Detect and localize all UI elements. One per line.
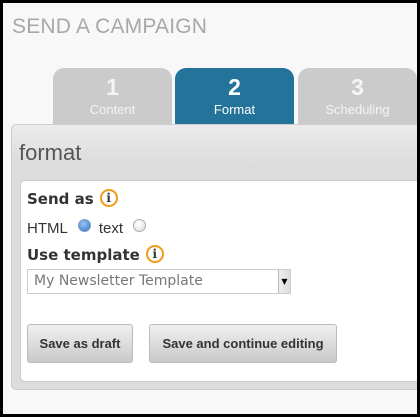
use-template-label: Use template i xyxy=(27,245,164,264)
info-icon[interactable]: i xyxy=(99,189,118,207)
html-option-label: HTML xyxy=(27,220,68,237)
send-as-text: Send as xyxy=(27,190,94,208)
format-panel: format Send as i HTML text Use template i … xyxy=(11,124,417,390)
tab-scheduling[interactable]: 3 Scheduling xyxy=(298,68,417,126)
html-radio[interactable] xyxy=(77,219,91,232)
send-as-label: Send as i xyxy=(27,189,118,208)
use-template-text: Use template xyxy=(27,246,140,264)
template-select[interactable]: My Newsletter Template ▼ xyxy=(27,269,291,294)
tab-format[interactable]: 2 Format xyxy=(175,68,294,126)
tab-number: 2 xyxy=(228,74,241,100)
page: SEND A CAMPAIGN 1 Content 2 Format 3 Schedu… xyxy=(3,3,417,414)
template-select-value: My Newsletter Template xyxy=(34,273,203,289)
form-box: Send as i HTML text Use template i My News… xyxy=(20,180,417,382)
text-radio[interactable] xyxy=(133,219,147,232)
tab-number: 3 xyxy=(351,74,364,100)
tab-label: Content xyxy=(89,102,136,117)
tab-number: 1 xyxy=(106,74,119,100)
section-heading: format xyxy=(19,140,82,165)
info-icon[interactable]: i xyxy=(145,245,164,263)
send-as-options: HTML text xyxy=(27,219,154,238)
tab-label: Format xyxy=(213,102,256,117)
page-title: SEND A CAMPAIGN xyxy=(12,15,208,38)
chevron-down-icon[interactable]: ▼ xyxy=(278,270,290,293)
text-option-label: text xyxy=(98,220,124,237)
save-as-draft-button[interactable]: Save as draft xyxy=(27,324,133,363)
save-and-continue-button[interactable]: Save and continue editing xyxy=(149,324,337,363)
tab-content[interactable]: 1 Content xyxy=(53,68,172,126)
tab-label: Scheduling xyxy=(325,102,390,117)
